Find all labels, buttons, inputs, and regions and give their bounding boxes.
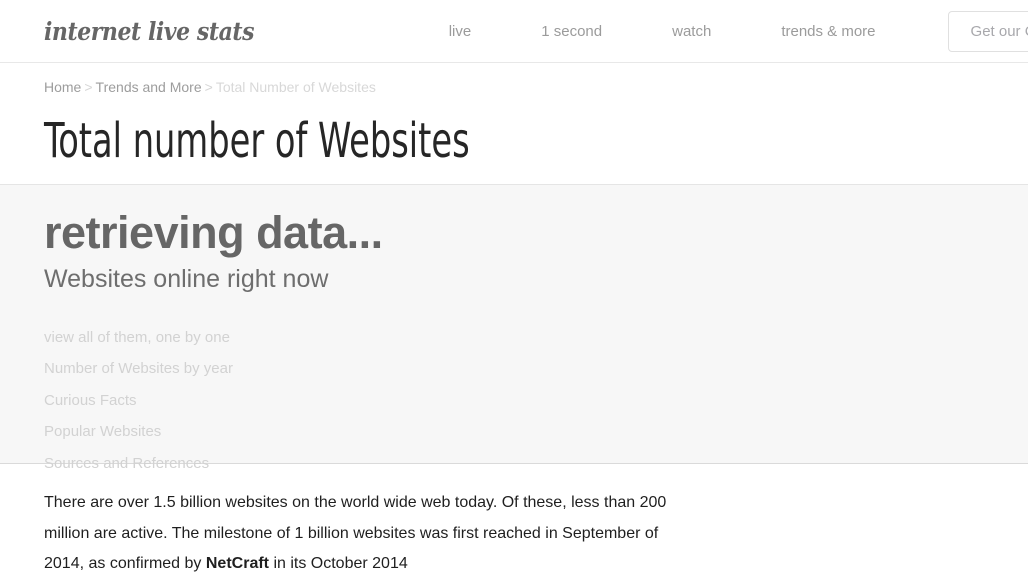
breadcrumb-link-trends-and-more[interactable]: Trends and More [96, 79, 202, 95]
quick-link-curious-facts[interactable]: Curious Facts [44, 392, 137, 409]
nav-item-watch[interactable]: watch [637, 23, 746, 40]
live-counter-value: retrieving data... [44, 207, 383, 258]
breadcrumb-separator-1: > [84, 79, 93, 95]
list-item: Popular Websites [44, 416, 984, 448]
quick-link-view-all[interactable]: view all of them, one by one [44, 329, 230, 346]
article-netcraft-mention: NetCraft [205, 555, 269, 572]
nav-item-trends-and-more[interactable]: trends & more [746, 23, 910, 40]
site-logo[interactable]: internet live stats [44, 17, 255, 46]
quick-link-websites-by-year[interactable]: Number of Websites by year [44, 360, 233, 377]
get-our-counters-button[interactable]: Get our Counters! [947, 10, 1028, 52]
nav-item-1-second[interactable]: 1 second [506, 23, 637, 40]
breadcrumb: Home > Trends and More > Total Number of Web… [44, 63, 984, 95]
article-body: There are over 1.5 billion websites on t… [0, 464, 1028, 578]
quick-links-list: view all of them, one by one Number of W… [44, 322, 984, 480]
list-item: Curious Facts [44, 385, 984, 417]
live-counter-caption: Websites online right now [44, 264, 329, 293]
site-header: internet live stats live 1 second watch … [0, 0, 1028, 63]
article-paragraph: There are over 1.5 billion websites on t… [44, 488, 669, 578]
breadcrumb-current-page: Total Number of Websites [215, 79, 376, 95]
live-counter-band: retrieving data... Websites online right… [0, 185, 1028, 472]
nav-item-live[interactable]: live [449, 23, 507, 40]
quick-link-sources-and-references[interactable]: Sources and References [44, 455, 209, 472]
page-title: Total number of Websites [44, 113, 470, 169]
breadcrumb-link-home[interactable]: Home [44, 79, 81, 95]
list-item: Number of Websites by year [44, 353, 984, 385]
breadcrumb-separator-2: > [204, 79, 213, 95]
quick-link-popular-websites[interactable]: Popular Websites [44, 423, 161, 440]
list-item: view all of them, one by one [44, 322, 984, 354]
article-text-part2: in its October 2014 [269, 555, 408, 572]
page-title-band: Home > Trends and More > Total Number of Web… [0, 63, 1028, 185]
main-navigation: live 1 second watch trends & more Get ou… [449, 10, 1028, 52]
